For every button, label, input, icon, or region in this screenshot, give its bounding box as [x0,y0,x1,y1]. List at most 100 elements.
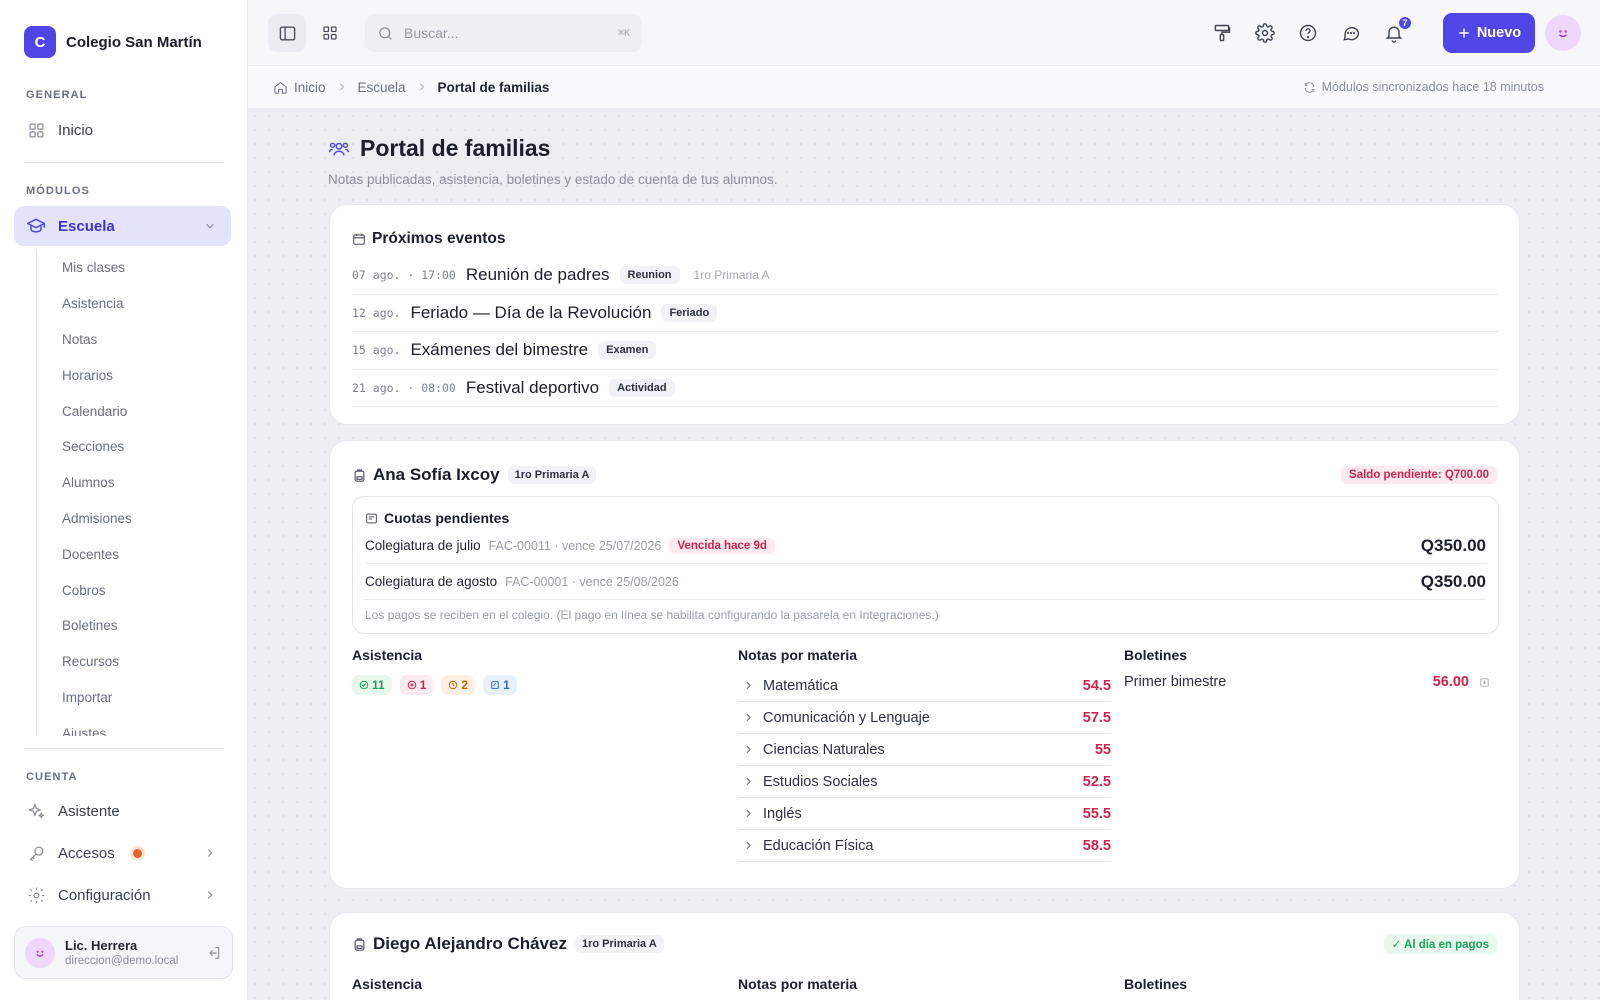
page-subtitle: Notas publicadas, asistencia, boletines … [328,172,778,187]
grid-icon [323,26,337,40]
submenu-item-importar[interactable]: Importar [37,680,236,716]
chevron-right-icon [742,679,755,692]
paint-roller-button[interactable] [1207,18,1237,48]
chevron-right-icon [742,775,755,788]
sidebar-item-config[interactable]: Configuración [14,875,231,915]
gear-icon [1255,23,1275,43]
section-label-general: GENERAL [26,89,88,101]
chevron-right-icon [416,81,428,93]
brand[interactable]: C Colegio San Martín [24,26,202,58]
event-row[interactable]: 12 ago. Feriado — Día de la Revolución F… [352,295,1498,332]
subject-row[interactable]: Educación Física 58.5 [738,830,1111,862]
help-button[interactable] [1293,18,1323,48]
event-row[interactable]: 07 ago. · 17:00 Reunión de padres Reunio… [352,257,1498,295]
settings-button[interactable] [1250,18,1280,48]
new-button[interactable]: Nuevo [1443,13,1535,53]
sidebar-item-assistant[interactable]: Asistente [14,791,231,831]
submenu-item-horarios[interactable]: Horarios [37,357,236,393]
event-row[interactable]: 21 ago. · 08:00 Festival deportivo Activ… [352,370,1498,407]
user-avatar[interactable] [1545,15,1581,51]
grades-title: Notas por materia [738,647,858,663]
apps-button[interactable] [311,14,349,52]
sidebar-panel-icon [279,25,295,41]
submenu-item-cobros[interactable]: Cobros [37,572,236,608]
grid-icon [26,120,46,140]
page-header: Portal de familias Notas publicadas, asi… [328,135,778,187]
home-icon [274,81,287,94]
submenu-item-asistencia[interactable]: Asistencia [37,286,236,322]
sidebar-item-access[interactable]: Accesos [14,833,231,873]
section-label-modules: MÓDULOS [26,185,90,197]
fee-row[interactable]: Colegiatura de agosto FAC-00001 · vence … [365,564,1486,600]
sidebar-item-label: Accesos [58,844,115,862]
fee-meta: FAC-00011 · vence 25/07/2026 [488,538,662,553]
submenu-item-boletines[interactable]: Boletines [37,608,236,644]
event-row[interactable]: 15 ago. Exámenes del bimestre Examen [352,332,1498,370]
event-title: Festival deportivo [465,377,600,397]
event-date: 07 ago. · 17:00 [352,268,456,283]
submenu-item-alumnos[interactable]: Alumnos [37,465,236,501]
topbar: ⌘K 7 Nuevo [248,0,1600,66]
subject-row[interactable]: Ciencias Naturales 55 [738,734,1111,766]
search-box[interactable]: ⌘K [365,14,642,52]
student-grade: 1ro Primaria A [507,466,597,484]
backpack-icon [352,468,367,483]
subject-name: Estudios Sociales [763,773,878,790]
refresh-icon [1304,81,1314,93]
event-tag: Actividad [609,378,675,397]
fee-amount: Q350.00 [1420,535,1486,555]
notifications-button[interactable]: 7 [1379,16,1412,48]
subject-row[interactable]: Estudios Sociales 52.5 [738,766,1111,798]
event-date: 15 ago. [352,343,401,358]
submenu-item-docentes[interactable]: Docentes [37,536,236,572]
fee-amount: Q350.00 [1420,571,1486,591]
submenu-item-admisiones[interactable]: Admisiones [37,501,236,537]
submenu-item-ajustes[interactable]: Ajustes [37,715,236,736]
sidebar: C Colegio San Martín GENERAL Inicio MÓDU… [0,0,248,1000]
present-count: 11 [372,678,385,692]
plus-icon [1459,28,1469,38]
subject-row[interactable]: Inglés 55.5 [738,798,1111,830]
breadcrumb-escuela[interactable]: Escuela [358,80,406,95]
submenu-item-mis-clases[interactable]: Mis clases [37,250,236,286]
submenu-item-calendario[interactable]: Calendario [37,393,236,429]
clock-icon [449,680,458,690]
toggle-sidebar-button[interactable] [268,14,306,52]
reports-title: Boletines [1124,976,1188,992]
logout-icon[interactable] [206,945,222,961]
excused-count: 1 [503,678,510,692]
sidebar-item-escuela[interactable]: Escuela [14,206,231,246]
sync-text: Módulos sincronizados hace 18 minutos [1321,80,1544,94]
chevron-right-icon [203,888,217,902]
report-row[interactable]: Primer bimestre 56.00 [1124,674,1490,690]
student-name: Ana Sofía Ixcoy [373,465,500,484]
notification-count: 7 [1398,16,1412,30]
student-grade: 1ro Primaria A [574,935,664,953]
sidebar-item-label: Escuela [58,217,115,235]
submenu-item-secciones[interactable]: Secciones [37,429,236,465]
submenu-item-notas[interactable]: Notas [37,322,236,358]
late-chip: 2 [441,675,476,695]
search-input[interactable] [404,25,608,41]
student-card: Diego Alejandro Chávez 1ro Primaria A ✓ … [329,912,1520,1000]
avatar [25,937,55,968]
subject-row[interactable]: Comunicación y Lenguaje 57.5 [738,702,1111,734]
user-card[interactable]: Lic. Herrera direccion@demo.local [14,926,233,979]
late-count: 2 [461,678,469,692]
user-name: Lic. Herrera [65,938,138,953]
events-title: Próximos eventos [372,230,506,247]
sidebar-item-home[interactable]: Inicio [14,110,231,150]
subject-row[interactable]: Matemática 54.5 [738,670,1111,702]
x-circle-icon [407,680,416,690]
subject-name: Comunicación y Lenguaje [763,709,930,726]
messages-button[interactable] [1336,18,1366,48]
fee-row[interactable]: Colegiatura de julio FAC-00011 · vence 2… [365,528,1486,564]
brand-name: Colegio San Martín [66,33,202,51]
chevron-right-icon [742,711,755,724]
submenu-item-recursos[interactable]: Recursos [37,644,236,680]
event-title: Reunión de padres [465,265,610,285]
download-icon[interactable] [1479,677,1490,688]
breadcrumb-home[interactable]: Inicio [273,80,326,95]
chat-icon [1343,26,1360,41]
breadcrumb-current: Portal de familias [437,79,550,95]
